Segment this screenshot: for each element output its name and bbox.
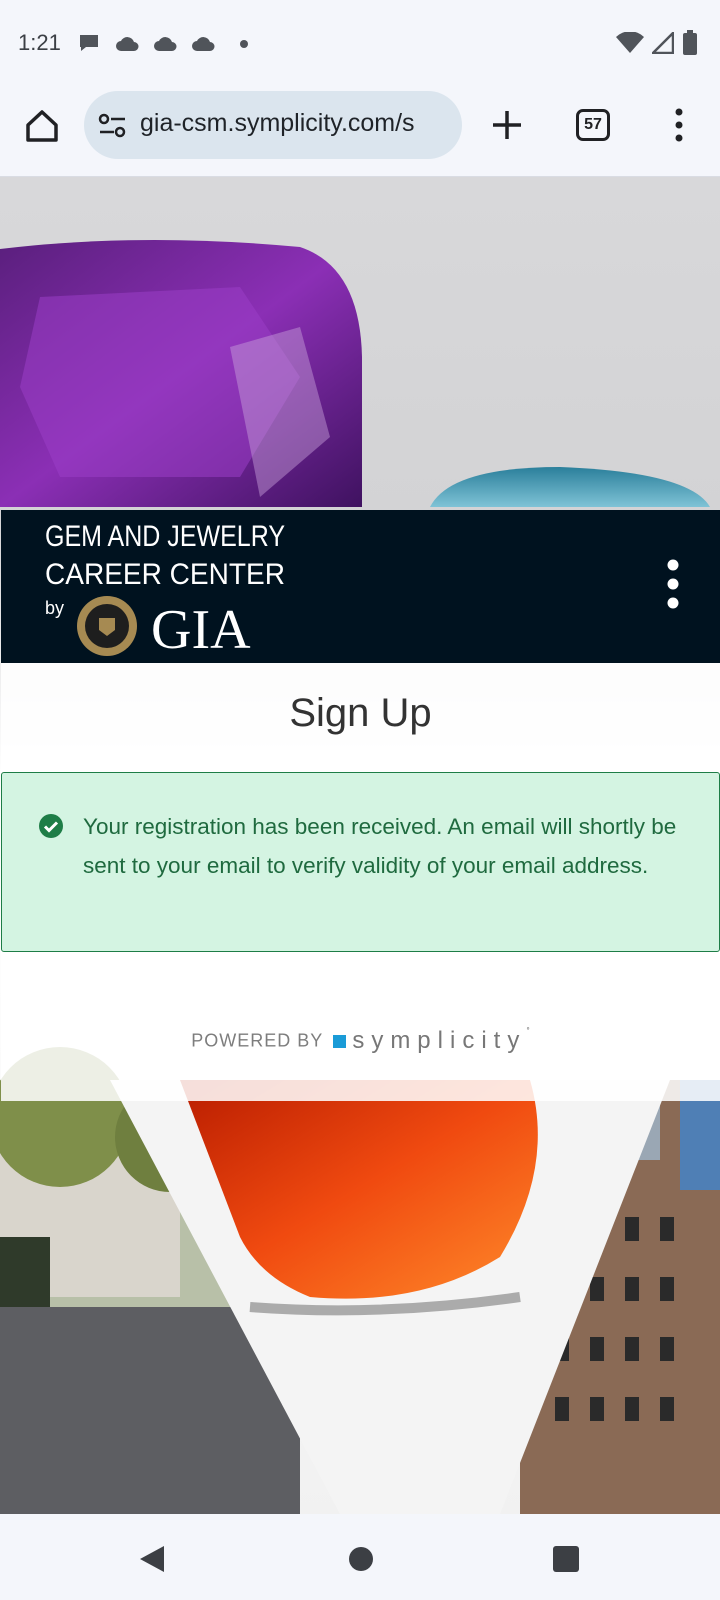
chat-bubble-icon <box>80 35 98 51</box>
powered-by-label: POWERED BY <box>191 1030 324 1051</box>
wifi-icon <box>616 32 644 53</box>
dot-icon <box>240 40 248 48</box>
symplicity-brand: symplicity <box>352 1027 527 1054</box>
back-icon[interactable] <box>138 1544 166 1574</box>
signal-icon <box>652 32 674 54</box>
battery-icon <box>683 30 697 55</box>
url-text[interactable]: gia-csm.symplicity.com/s <box>140 109 415 138</box>
home-circle-icon[interactable] <box>347 1545 375 1573</box>
logo-line2: CAREER CENTER <box>45 558 285 591</box>
browser-menu-icon[interactable] <box>664 105 694 145</box>
cloud-icon <box>192 37 215 51</box>
powered-by-symplicity[interactable]: POWERED BY symplicity° <box>1 1027 720 1055</box>
new-tab-icon[interactable] <box>487 105 527 145</box>
cloud-icon <box>116 37 139 51</box>
status-bar: 1:21 <box>0 0 720 88</box>
address-bar[interactable]: gia-csm.symplicity.com/s <box>84 91 462 159</box>
logo-by: by <box>45 598 64 618</box>
logo-brand: GIA <box>151 599 251 661</box>
cloud-icon <box>154 37 177 51</box>
site-settings-icon[interactable] <box>98 113 128 139</box>
browser-toolbar: gia-csm.symplicity.com/s 57 <box>0 88 720 177</box>
signup-card: Sign Up Your registration has been recei… <box>1 663 720 1101</box>
site-header: GEM AND JEWELRY CAREER CENTER by GIA <box>1 510 720 663</box>
page-title: Sign Up <box>289 691 432 735</box>
alert-message: Your registration has been received. An … <box>83 814 677 878</box>
site-menu-icon[interactable] <box>666 559 680 609</box>
tab-switcher-button[interactable]: 57 <box>576 109 610 141</box>
gia-logo[interactable]: GEM AND JEWELRY CAREER CENTER by GIA <box>43 514 303 662</box>
symplicity-square-icon <box>333 1034 347 1048</box>
recents-icon[interactable] <box>552 1545 580 1573</box>
status-time: 1:21 <box>18 30 61 55</box>
system-navigation-bar <box>0 1514 720 1600</box>
registered-mark: ° <box>526 1027 530 1037</box>
logo-line1: GEM AND JEWELRY <box>45 520 285 553</box>
check-circle-icon <box>39 814 63 838</box>
home-icon[interactable] <box>22 106 62 146</box>
success-alert: Your registration has been received. An … <box>1 772 720 952</box>
